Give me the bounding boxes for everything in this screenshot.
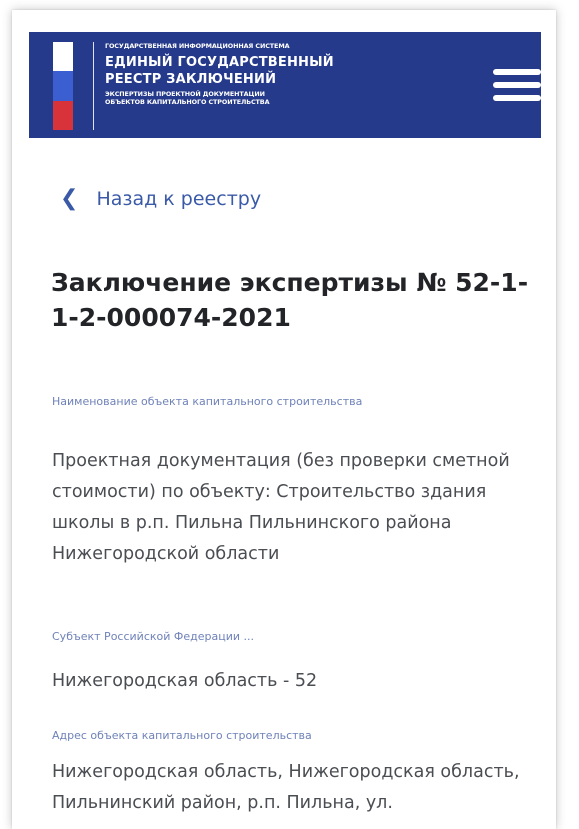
field-label-object-name: Наименование объекта капитального строит… bbox=[52, 395, 363, 408]
header-divider bbox=[93, 42, 94, 130]
site-header: ГОСУДАРСТВЕННАЯ ИНФОРМАЦИОННАЯ СИСТЕМА Е… bbox=[29, 32, 541, 138]
russian-flag-logo bbox=[53, 42, 73, 130]
back-link-label: Назад к реестру bbox=[96, 188, 262, 210]
header-logo-text[interactable]: ГОСУДАРСТВЕННАЯ ИНФОРМАЦИОННАЯ СИСТЕМА Е… bbox=[105, 42, 334, 106]
field-value-region: Нижегородская область - 52 bbox=[52, 671, 318, 691]
field-label-address: Адрес объекта капитального строительства bbox=[52, 729, 312, 742]
field-value-object-name: Проектная документация (без проверки сме… bbox=[52, 451, 510, 564]
header-title-line2: РЕЕСТР ЗАКЛЮЧЕНИЙ bbox=[105, 72, 277, 87]
hamburger-menu-icon[interactable] bbox=[493, 69, 541, 101]
field-label-region: Субъект Российской Федерации ... bbox=[52, 630, 254, 643]
header-subtitle-line1: ЭКСПЕРТИЗЫ ПРОЕКТНОЙ ДОКУМЕНТАЦИИ bbox=[105, 90, 265, 98]
chevron-left-icon: ❮ bbox=[60, 186, 79, 211]
header-title-line1: ЕДИНЫЙ ГОСУДАРСТВЕННЫЙ bbox=[105, 55, 334, 70]
back-to-registry-link[interactable]: ❮ Назад к реестру bbox=[60, 186, 262, 211]
field-value-address: Нижегородская область, Нижегородская обл… bbox=[52, 762, 520, 813]
page-frame: ГОСУДАРСТВЕННАЯ ИНФОРМАЦИОННАЯ СИСТЕМА Е… bbox=[12, 10, 556, 829]
header-subtitle-line2: ОБЪЕКТОВ КАПИТАЛЬНОГО СТРОИТЕЛЬСТВА bbox=[105, 98, 270, 106]
header-system-line: ГОСУДАРСТВЕННАЯ ИНФОРМАЦИОННАЯ СИСТЕМА bbox=[105, 42, 290, 50]
page-title: Заключение экспертизы № 52-1-1-2-000074-… bbox=[51, 268, 529, 332]
